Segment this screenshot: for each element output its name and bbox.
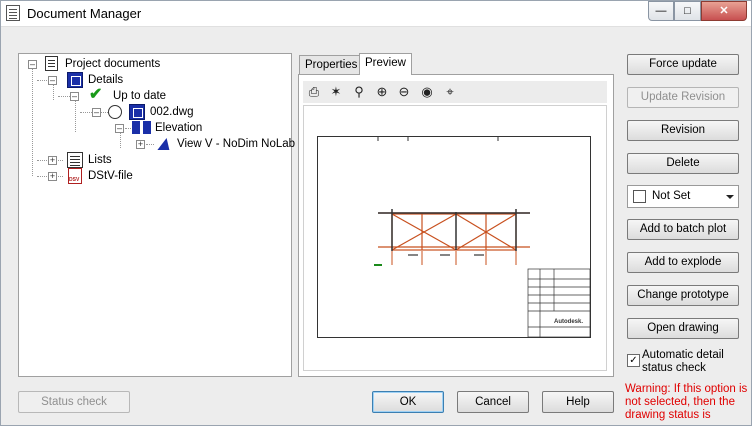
tree-item-002-dwg[interactable]: – 002.dwg [19,104,219,120]
zoom-in-icon[interactable]: ⊕ [374,84,390,100]
update-revision-button[interactable]: Update Revision [627,87,739,108]
expand-toggle[interactable]: + [48,156,57,165]
tree-item-view[interactable]: + View V - NoDim NoLab [19,136,295,152]
change-prototype-button[interactable]: Change prototype [627,285,739,306]
force-update-button[interactable]: Force update [627,54,739,75]
tree-item-elevation[interactable]: – Elevation [19,120,219,136]
tree-item-up-to-date[interactable]: – ✔ Up to date [19,86,219,104]
details-tabs: Properties Preview ⎙ ✶ ⚲ ⊕ ⊖ ◉ ⌖ Autodes… [298,53,614,377]
add-to-batch-plot-button[interactable]: Add to batch plot [627,219,739,240]
zoom-realtime-icon[interactable]: ⚲ [351,84,367,100]
zoom-extents-icon[interactable]: ⌖ [442,84,458,100]
elevation-icon [132,121,152,134]
tree-item-dstv-file[interactable]: + DStV-file [19,168,219,188]
window-title: Document Manager [27,6,142,21]
color-swatch [633,190,646,203]
preview-toolbar: ⎙ ✶ ⚲ ⊕ ⊖ ◉ ⌖ [303,81,607,103]
tree-item-project-documents[interactable]: – Project documents [19,56,219,72]
auto-status-check-checkbox[interactable]: ✓ [627,354,640,367]
tab-properties[interactable]: Properties [299,55,364,75]
drawing-sheet: Autodesk. [317,136,591,338]
tree-item-details[interactable]: – Details [19,72,219,88]
expand-toggle[interactable]: + [136,140,145,149]
print-icon[interactable]: ⎙ [306,84,322,100]
collapse-toggle[interactable]: – [28,60,37,69]
project-documents-icon [45,56,58,71]
add-to-explode-button[interactable]: Add to explode [627,252,739,273]
collapse-toggle[interactable]: – [115,124,124,133]
delete-button[interactable]: Delete [627,153,739,174]
maximize-button[interactable]: □ [674,1,701,21]
zoom-window-icon[interactable]: ◉ [419,84,435,100]
drawing-preview[interactable]: Autodesk. [303,105,607,371]
drawing-icon [129,104,145,120]
ok-button[interactable]: OK [372,391,444,413]
preview-pane: ⎙ ✶ ⚲ ⊕ ⊖ ◉ ⌖ Autodesk. [298,74,614,377]
help-button[interactable]: Help [542,391,614,413]
auto-status-check-label: Automatic detail status check [642,349,724,374]
checkmark-icon: ✔ [89,86,103,103]
document-manager-icon [6,5,20,21]
title-bar[interactable]: Document Manager — □ ✕ [1,1,751,27]
zoom-out-icon[interactable]: ⊖ [396,84,412,100]
truss-drawing: Autodesk. [374,137,591,338]
warning-text: Warning: If this option is not selected,… [625,383,748,421]
pan-icon[interactable]: ✶ [328,84,344,100]
close-button[interactable]: ✕ [701,1,747,21]
open-drawing-button[interactable]: Open drawing [627,318,739,339]
collapse-toggle[interactable]: – [48,76,57,85]
document-tree[interactable]: – Project documents – Details – ✔ Up to … [18,53,295,377]
minimize-button[interactable]: — [648,1,674,21]
status-check-button[interactable]: Status check [18,391,130,413]
tab-preview[interactable]: Preview [359,53,412,75]
expand-toggle[interactable]: + [48,172,57,181]
details-icon [67,72,83,88]
revision-button[interactable]: Revision [627,120,739,141]
cancel-button[interactable]: Cancel [457,391,529,413]
dstv-file-icon [68,168,82,188]
tree-item-lists[interactable]: + Lists [19,152,219,168]
view-icon [157,138,171,150]
status-circle-icon [108,105,122,119]
chevron-down-icon [726,195,734,199]
collapse-toggle[interactable]: – [70,92,79,101]
title-block-text: Autodesk. [554,319,583,325]
status-dropdown[interactable]: Not Set [627,185,739,208]
collapse-toggle[interactable]: – [92,108,101,117]
document-manager-window: Document Manager — □ ✕ – Project documen… [0,0,752,426]
lists-icon [67,152,83,168]
